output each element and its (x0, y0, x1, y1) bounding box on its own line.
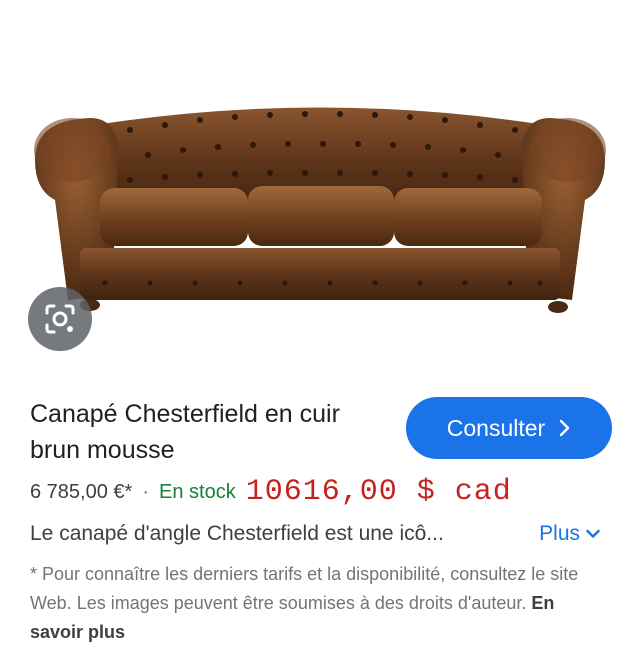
sofa-image (34, 107, 606, 313)
price-row: 6 785,00 €* · En stock 10616,00 $ cad (30, 474, 630, 510)
product-price: 6 785,00 €* (30, 480, 133, 503)
consult-button[interactable]: Consulter (406, 397, 612, 459)
more-button[interactable]: Plus (539, 522, 600, 546)
chevron-down-icon (586, 529, 600, 538)
chevron-right-icon (560, 419, 570, 437)
product-title: Canapé Chesterfield en cuir brun mousse (30, 400, 340, 464)
disclaimer-text: * Pour connaître les derniers tarifs et … (30, 564, 579, 613)
product-description: Le canapé d'angle Chesterfield est une i… (30, 522, 444, 545)
description-row: Le canapé d'angle Chesterfield est une i… (30, 517, 620, 551)
separator-dot: · (142, 480, 149, 503)
product-image[interactable] (0, 0, 640, 365)
disclaimer: * Pour connaître les derniers tarifs et … (30, 560, 610, 647)
stock-status: En stock (159, 480, 236, 503)
google-lens-button[interactable] (28, 287, 92, 351)
more-label: Plus (539, 522, 580, 545)
consult-button-label: Consulter (446, 414, 546, 441)
price-annotation-cad: 10616,00 $ cad (245, 475, 512, 509)
google-lens-icon (45, 304, 75, 334)
